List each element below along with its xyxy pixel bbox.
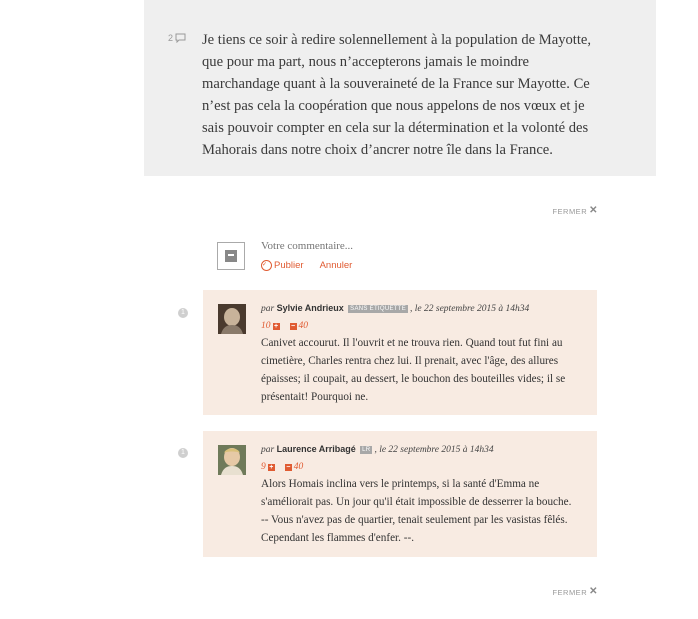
comment-marker: 1 <box>178 308 188 318</box>
author-name[interactable]: Sylvie Andrieux <box>277 303 344 313</box>
downvote-minus-icon[interactable]: − <box>284 463 292 471</box>
cancel-button[interactable]: Annuler <box>320 260 353 271</box>
comment-item: par Laurence Arribagé LR, le 22 septembr… <box>203 431 597 557</box>
author-name[interactable]: Laurence Arribagé <box>277 444 356 454</box>
comment-item: par Sylvie Andrieux SANS ÉTIQUETTE, le 2… <box>203 290 597 415</box>
comment-meta: par Laurence Arribagé LR, le 22 septembr… <box>261 444 494 455</box>
votes-down-count: 40 <box>293 462 304 472</box>
comment-input[interactable] <box>261 240 561 252</box>
close-icon: ✕ <box>589 205 598 216</box>
author-avatar <box>218 445 246 475</box>
paragraph-comment-count[interactable]: 2 <box>168 33 186 43</box>
user-avatar <box>217 242 245 270</box>
comment-text: Alors Homais inclina vers le printemps, … <box>261 478 572 544</box>
party-badge: LR <box>360 446 373 454</box>
comment-date: , le 22 septembre 2015 à 14h34 <box>410 304 530 314</box>
close-label: FERMER <box>552 206 588 216</box>
close-comments-link[interactable]: FERMER ✕ <box>552 206 598 216</box>
author-prefix: par <box>261 445 275 455</box>
upvote-plus-icon[interactable]: + <box>267 463 275 471</box>
party-badge: SANS ÉTIQUETTE <box>348 305 409 313</box>
check-icon: ✓ <box>261 260 272 271</box>
votes-down-count: 40 <box>298 321 309 331</box>
close-label: FERMER <box>552 587 588 597</box>
author-prefix: par <box>261 304 275 314</box>
comment-date: , le 22 septembre 2015 à 14h34 <box>374 445 494 455</box>
avatar-placeholder-icon <box>225 250 237 262</box>
comment-marker: 1 <box>178 448 188 458</box>
publish-button[interactable]: ✓ Publier <box>261 260 304 271</box>
vote-controls: 9 + − 40 <box>261 462 303 472</box>
votes-up-count: 10 <box>261 321 271 331</box>
comment-count-value: 2 <box>168 33 174 43</box>
speech-bubble-icon <box>175 33 186 43</box>
votes-up-count: 9 <box>261 462 266 472</box>
upvote-plus-icon[interactable]: + <box>272 322 280 330</box>
downvote-minus-icon[interactable]: − <box>289 322 297 330</box>
comment-text: Canivet accourut. Il l'ouvrit et ne trou… <box>261 337 566 403</box>
close-icon: ✕ <box>589 586 598 597</box>
paragraph-text: Je tiens ce soir à redire solennellement… <box>202 32 592 158</box>
author-avatar <box>218 304 246 334</box>
close-comments-link[interactable]: FERMER ✕ <box>552 587 598 597</box>
publish-label: Publier <box>274 260 304 271</box>
vote-controls: 10 + − 40 <box>261 321 308 331</box>
comment-meta: par Sylvie Andrieux SANS ÉTIQUETTE, le 2… <box>261 303 529 314</box>
